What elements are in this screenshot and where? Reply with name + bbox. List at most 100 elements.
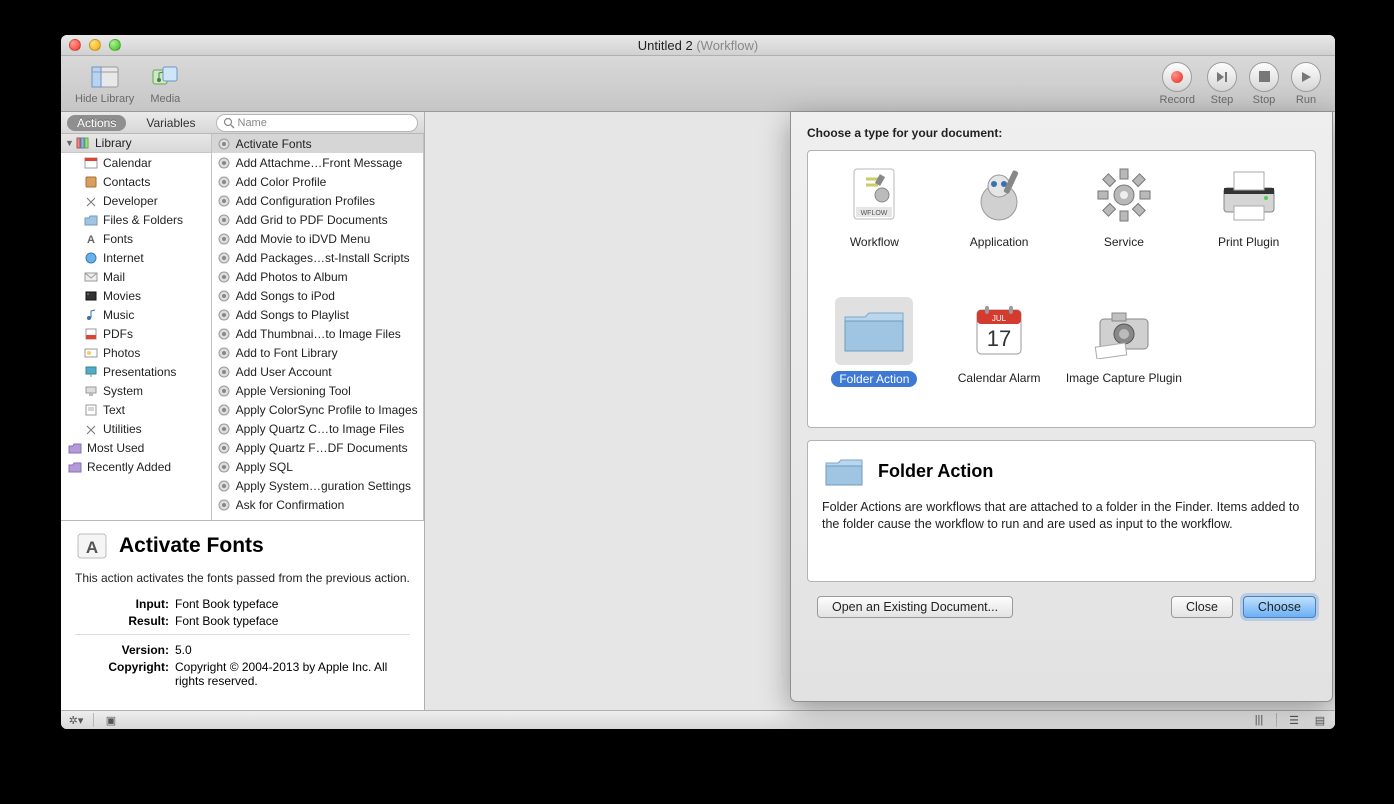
minimize-window-button[interactable]: [89, 39, 101, 51]
action-item[interactable]: Add Color Profile: [212, 172, 423, 191]
type-application[interactable]: Application: [941, 161, 1058, 279]
workflow-canvas[interactable]: r workflow. Choose a type for your docum…: [425, 112, 1335, 710]
action-item[interactable]: Add Attachme…Front Message: [212, 153, 423, 172]
library-item[interactable]: Utilities: [61, 419, 211, 438]
library-item[interactable]: Developer: [61, 191, 211, 210]
library-item-label: Presentations: [103, 365, 176, 379]
automator-window: Untitled 2 (Workflow) Hide Library Media…: [61, 35, 1335, 729]
action-icon: [216, 231, 232, 247]
info-result-label: Result:: [75, 614, 169, 628]
stop-button[interactable]: Stop: [1249, 62, 1279, 106]
search-placeholder: Name: [238, 117, 267, 129]
library-item[interactable]: Contacts: [61, 172, 211, 191]
hide-library-button[interactable]: Hide Library: [75, 63, 134, 105]
view-toggle-icon[interactable]: ▤: [1311, 714, 1329, 727]
action-icon: [216, 136, 232, 152]
library-item[interactable]: Music: [61, 305, 211, 324]
action-item[interactable]: Add Songs to iPod: [212, 286, 423, 305]
library-item[interactable]: Movies: [61, 286, 211, 305]
action-item[interactable]: Add to Font Library: [212, 343, 423, 362]
library-column: ▼ Library Calendar ContactsDeveloperFiles…: [61, 134, 212, 520]
run-button[interactable]: Run: [1291, 62, 1321, 106]
action-item[interactable]: Add Photos to Album: [212, 267, 423, 286]
action-item-label: Activate Fonts: [236, 137, 312, 151]
action-item-label: Add Movie to iDVD Menu: [236, 232, 371, 246]
library-item[interactable]: Internet: [61, 248, 211, 267]
type-image-capture-plugin[interactable]: Image Capture Plugin: [1066, 297, 1183, 417]
action-item-label: Add Thumbnai…to Image Files: [236, 327, 401, 341]
library-icon: [91, 63, 119, 91]
type-print-plugin[interactable]: Print Plugin: [1190, 161, 1307, 279]
library-item-label: Calendar: [103, 156, 152, 170]
library-item[interactable]: Presentations: [61, 362, 211, 381]
action-icon: [216, 345, 232, 361]
library-item[interactable]: Mail: [61, 267, 211, 286]
desc-title: Folder Action: [878, 461, 993, 482]
step-button[interactable]: Step: [1207, 62, 1237, 106]
action-item[interactable]: Ask for Confirmation: [212, 495, 423, 514]
action-icon: [216, 497, 232, 513]
library-item-label: Photos: [103, 346, 140, 360]
action-item-label: Add Songs to iPod: [236, 289, 335, 303]
view-columns-icon[interactable]: |||: [1250, 714, 1268, 726]
library-item[interactable]: Files & Folders: [61, 210, 211, 229]
zoom-window-button[interactable]: [109, 39, 121, 51]
action-item[interactable]: Apply System…guration Settings: [212, 476, 423, 495]
choose-button[interactable]: Choose: [1243, 596, 1316, 618]
gear-menu-icon[interactable]: ✲▾: [67, 714, 85, 727]
traffic-lights: [69, 39, 121, 51]
action-item[interactable]: Activate Fonts: [212, 134, 423, 153]
type-service[interactable]: Service: [1066, 161, 1183, 279]
desc-text: Folder Actions are workflows that are at…: [822, 499, 1301, 533]
search-field[interactable]: Name: [216, 114, 419, 132]
action-item[interactable]: Add Grid to PDF Documents: [212, 210, 423, 229]
library-header[interactable]: ▼ Library: [61, 134, 211, 153]
disclosure-triangle-icon[interactable]: ▼: [65, 138, 75, 148]
action-item[interactable]: Add Thumbnai…to Image Files: [212, 324, 423, 343]
action-item[interactable]: Apply ColorSync Profile to Images: [212, 400, 423, 419]
action-icon: [216, 193, 232, 209]
action-item[interactable]: Apply SQL: [212, 457, 423, 476]
library-special-item[interactable]: Recently Added: [61, 457, 211, 476]
action-item-label: Add Photos to Album: [236, 270, 348, 284]
action-item[interactable]: Add User Account: [212, 362, 423, 381]
action-item[interactable]: Apply Quartz C…to Image Files: [212, 419, 423, 438]
library-item[interactable]: PDFs: [61, 324, 211, 343]
info-description: This action activates the fonts passed f…: [75, 571, 410, 585]
library-item[interactable]: Calendar: [61, 153, 211, 172]
type-label: Folder Action: [831, 371, 917, 387]
collapse-icon[interactable]: ▣: [102, 714, 120, 727]
view-list-icon[interactable]: ☰: [1285, 714, 1303, 727]
tab-actions[interactable]: Actions: [67, 115, 126, 131]
type-folder-action[interactable]: Folder Action: [816, 297, 933, 417]
action-icon: [216, 155, 232, 171]
type-label: Print Plugin: [1218, 235, 1279, 249]
action-item[interactable]: Apply Quartz F…DF Documents: [212, 438, 423, 457]
library-item[interactable]: AFonts: [61, 229, 211, 248]
library-item[interactable]: Text: [61, 400, 211, 419]
action-item-label: Apply ColorSync Profile to Images: [236, 403, 418, 417]
library-item[interactable]: Photos: [61, 343, 211, 362]
library-item-label: Fonts: [103, 232, 133, 246]
library-item[interactable]: System: [61, 381, 211, 400]
action-icon: [216, 383, 232, 399]
type-calendar-alarm[interactable]: JUL17 Calendar Alarm: [941, 297, 1058, 417]
library-special-item[interactable]: Most Used: [61, 438, 211, 457]
action-item[interactable]: Add Packages…st-Install Scripts: [212, 248, 423, 267]
library-item-label: Recently Added: [87, 460, 171, 474]
action-item[interactable]: Apple Versioning Tool: [212, 381, 423, 400]
record-button[interactable]: Record: [1160, 62, 1195, 106]
action-item[interactable]: Add Songs to Playlist: [212, 305, 423, 324]
tab-variables[interactable]: Variables: [136, 115, 205, 131]
close-window-button[interactable]: [69, 39, 81, 51]
type-workflow[interactable]: WFLOW Workflow: [816, 161, 933, 279]
action-icon: [216, 440, 232, 456]
open-existing-button[interactable]: Open an Existing Document...: [817, 596, 1013, 618]
action-item[interactable]: Add Configuration Profiles: [212, 191, 423, 210]
window-title-main: Untitled 2: [638, 38, 693, 53]
close-button[interactable]: Close: [1171, 596, 1233, 618]
record-icon: [1162, 62, 1192, 92]
type-label: Service: [1104, 235, 1144, 249]
action-item[interactable]: Add Movie to iDVD Menu: [212, 229, 423, 248]
media-button[interactable]: Media: [150, 63, 180, 105]
